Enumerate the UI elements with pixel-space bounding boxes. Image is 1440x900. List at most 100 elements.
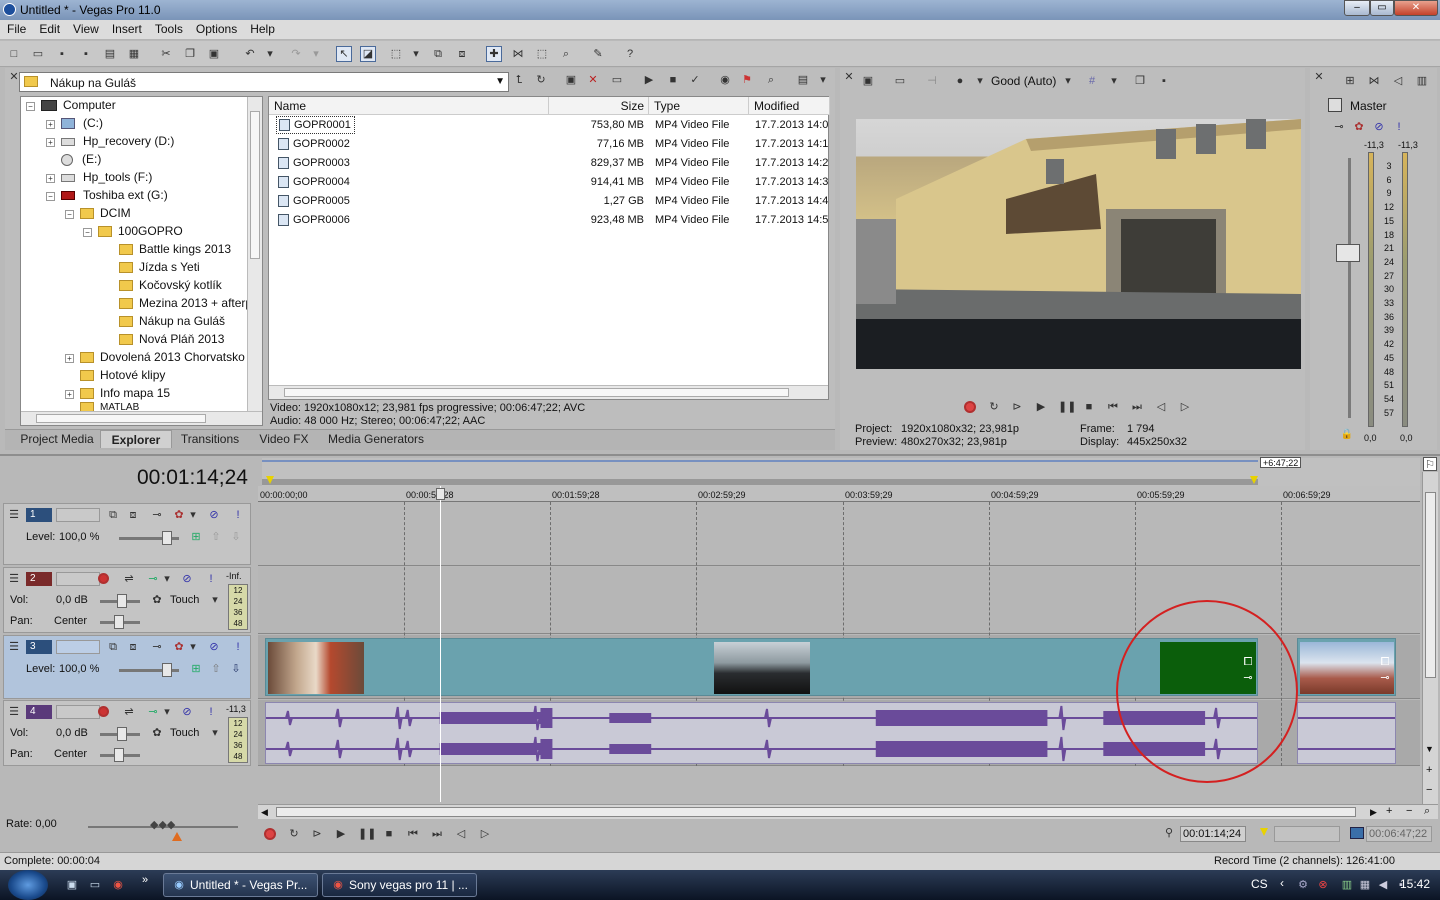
quicklaunch-more-icon[interactable]: » <box>142 874 148 886</box>
pause-icon[interactable]: ❚❚ <box>1058 400 1076 414</box>
stop-preview-icon[interactable]: ■ <box>665 72 681 88</box>
selection-tool-icon[interactable]: ⬚ <box>388 46 404 62</box>
start-button[interactable] <box>8 870 48 900</box>
track-name-field[interactable] <box>56 572 100 586</box>
file-list-hscrollbar[interactable] <box>269 385 828 399</box>
level-slider-knob[interactable] <box>162 531 172 545</box>
track-header-1[interactable]: ☰ 1 ⧉ ⧈ ⊸ ✿ ▾ ⊘ ! Level: 100,0 % ⊞ ⇧ ⇩ <box>3 503 251 565</box>
tab-transitions[interactable]: Transitions <box>176 430 244 448</box>
make-compositing-child-icon[interactable]: ⧈ <box>126 640 140 654</box>
pause-icon[interactable]: ❚❚ <box>358 827 376 841</box>
copy-icon[interactable]: ❐ <box>182 46 198 62</box>
copy-snapshot-icon[interactable]: ❐ <box>1132 73 1148 89</box>
volume-slider-knob[interactable] <box>117 594 127 608</box>
track-drag-handle-icon[interactable]: ☰ <box>7 705 21 719</box>
save-as-icon[interactable]: ▪ <box>78 46 94 62</box>
tree-item-hotove[interactable]: Hotové klipy <box>80 366 165 384</box>
show-desktop-icon[interactable]: ▣ <box>65 878 79 892</box>
lock-icon[interactable]: 🔒 <box>1340 428 1354 442</box>
insert-bus-icon[interactable]: ⊞ <box>1342 73 1358 89</box>
file-row[interactable]: GOPR0002 77,16 MB MP4 Video File 17.7.2013 … <box>269 135 830 154</box>
selection-start-field[interactable] <box>1274 826 1340 842</box>
column-header-type[interactable]: Type <box>649 97 749 115</box>
mute-icon[interactable]: ⊘ <box>1372 120 1386 134</box>
normal-edit-tool-icon[interactable]: ↖ <box>336 46 352 62</box>
clock[interactable]: 15:42 <box>1400 877 1430 891</box>
loop-playback-icon[interactable]: ↻ <box>987 400 1001 414</box>
zoom-tool-icon[interactable]: ⌕ <box>1424 805 1430 818</box>
pan-slider-knob[interactable] <box>114 748 124 762</box>
loop-end-icon[interactable] <box>1250 476 1258 484</box>
end-time-field[interactable]: 00:06:47;22 <box>1366 826 1432 842</box>
whats-this-help-icon[interactable]: ? <box>622 46 638 62</box>
next-frame-icon[interactable]: ▷ <box>478 827 492 841</box>
stop-icon[interactable]: ■ <box>382 827 396 841</box>
go-to-start-icon[interactable]: ⏮ <box>1106 400 1120 414</box>
preview-fx-icon[interactable]: ● <box>952 73 968 89</box>
make-compositing-child-icon[interactable]: ⧈ <box>126 508 140 522</box>
automation-dropdown-icon[interactable]: ▾ <box>208 726 222 740</box>
preview-fx-dropdown-icon[interactable]: ▾ <box>972 73 988 89</box>
loop-start-icon[interactable] <box>266 476 274 484</box>
tree-item-d[interactable]: + Hp_recovery (D:) <box>46 132 174 150</box>
file-row[interactable]: GOPR0004 914,41 MB MP4 Video File 17.7.2013… <box>269 173 830 192</box>
path-dropdown[interactable]: Nákup na Guláš ▼ <box>19 72 509 92</box>
compositing-mode-icon[interactable]: ⧉ <box>106 640 120 654</box>
tree-item-matlab[interactable]: MATLAB <box>80 401 139 411</box>
split-screen-icon[interactable]: ⊣ <box>924 73 940 89</box>
volume-slider-knob[interactable] <box>117 727 127 741</box>
marker-bar[interactable] <box>262 458 1420 486</box>
zoom-tool-icon[interactable]: ⌕ <box>558 46 574 62</box>
tray-icon[interactable]: ⚙ <box>1296 878 1310 892</box>
tree-item-battle-kings[interactable]: Battle kings 2013 <box>119 240 231 258</box>
solo-icon[interactable]: ! <box>231 640 245 654</box>
open-icon[interactable]: ▭ <box>30 46 46 62</box>
tree-vscrollbar[interactable] <box>247 97 262 411</box>
file-row[interactable]: GOPR0006 923,48 MB MP4 Video File 17.7.2013… <box>269 211 830 230</box>
automation-settings-icon[interactable]: ✿ <box>150 726 164 740</box>
tree-item-f[interactable]: + Hp_tools (F:) <box>46 168 152 186</box>
tree-item-computer[interactable]: − Computer <box>26 97 116 114</box>
zoom-in-tracks-icon[interactable]: + <box>1426 764 1432 776</box>
panel-close-icon[interactable]: ✕ <box>1312 70 1326 84</box>
new-folder-icon[interactable]: ▣ <box>563 72 579 88</box>
delete-icon[interactable]: ✕ <box>585 72 601 88</box>
auto-ripple-icon[interactable]: ⧉ <box>430 46 446 62</box>
column-header-modified[interactable]: Modified <box>749 97 830 115</box>
zoom-out-time-icon[interactable]: − <box>1406 805 1412 817</box>
file-row[interactable]: GOPR0005 1,27 GB MP4 Video File 17.7.2013 1… <box>269 192 830 211</box>
play-icon[interactable]: ▶ <box>334 827 348 841</box>
solo-icon[interactable]: ! <box>204 705 218 719</box>
tree-hscrollbar[interactable] <box>21 411 262 425</box>
track-fx-icon[interactable]: ⊸ <box>146 705 160 719</box>
tray-icon[interactable]: ▥ <box>1340 878 1354 892</box>
move-up-icon[interactable]: ⇧ <box>209 662 223 676</box>
track-drag-handle-icon[interactable]: ☰ <box>7 508 21 522</box>
quicklaunch-icon[interactable]: ▭ <box>88 878 102 892</box>
automation-dropdown-icon[interactable]: ▾ <box>208 593 222 607</box>
tree-item-100gopro[interactable]: −100GOPRO <box>83 222 183 240</box>
file-row[interactable]: GOPR0001 753,80 MB MP4 Video File 17.7.2013… <box>269 116 830 135</box>
close-button[interactable]: ✕ <box>1394 0 1438 16</box>
refresh-icon[interactable]: ↻ <box>533 72 549 88</box>
composite-level-icon[interactable]: ⊞ <box>189 530 203 544</box>
marker-flag-icon[interactable]: ⚐ <box>1423 457 1437 471</box>
save-snapshot-icon[interactable]: ▪ <box>1156 73 1172 89</box>
go-to-end-icon[interactable]: ⏭ <box>1130 400 1144 414</box>
tree-item-nova-plan[interactable]: Nová Pláň 2013 <box>119 330 224 348</box>
scroll-left-icon[interactable]: ◀ <box>261 807 268 818</box>
audio-event[interactable] <box>1297 702 1396 764</box>
solo-icon[interactable]: ! <box>204 572 218 586</box>
track-motion-icon[interactable]: ⊸ <box>150 508 164 522</box>
track-fx-dropdown-icon[interactable]: ▾ <box>186 640 200 654</box>
tool-dropdown-icon[interactable]: ▾ <box>408 46 424 62</box>
tree-item-g[interactable]: − Toshiba ext (G:) <box>46 186 168 204</box>
timeline-vscrollbar[interactable]: ▼ + − <box>1422 472 1438 806</box>
timeline-hscrollbar[interactable]: ◀ ▶ + − ⌕ <box>258 804 1438 819</box>
taskbar-item-chrome[interactable]: Sony vegas pro 11 | ... <box>322 873 477 897</box>
save-icon[interactable]: ▪ <box>54 46 70 62</box>
invert-phase-icon[interactable]: ⇌ <box>122 705 136 719</box>
master-fader-knob[interactable] <box>1336 244 1360 262</box>
views-dropdown-icon[interactable]: ▾ <box>815 72 831 88</box>
stop-icon[interactable]: ■ <box>1082 400 1096 414</box>
